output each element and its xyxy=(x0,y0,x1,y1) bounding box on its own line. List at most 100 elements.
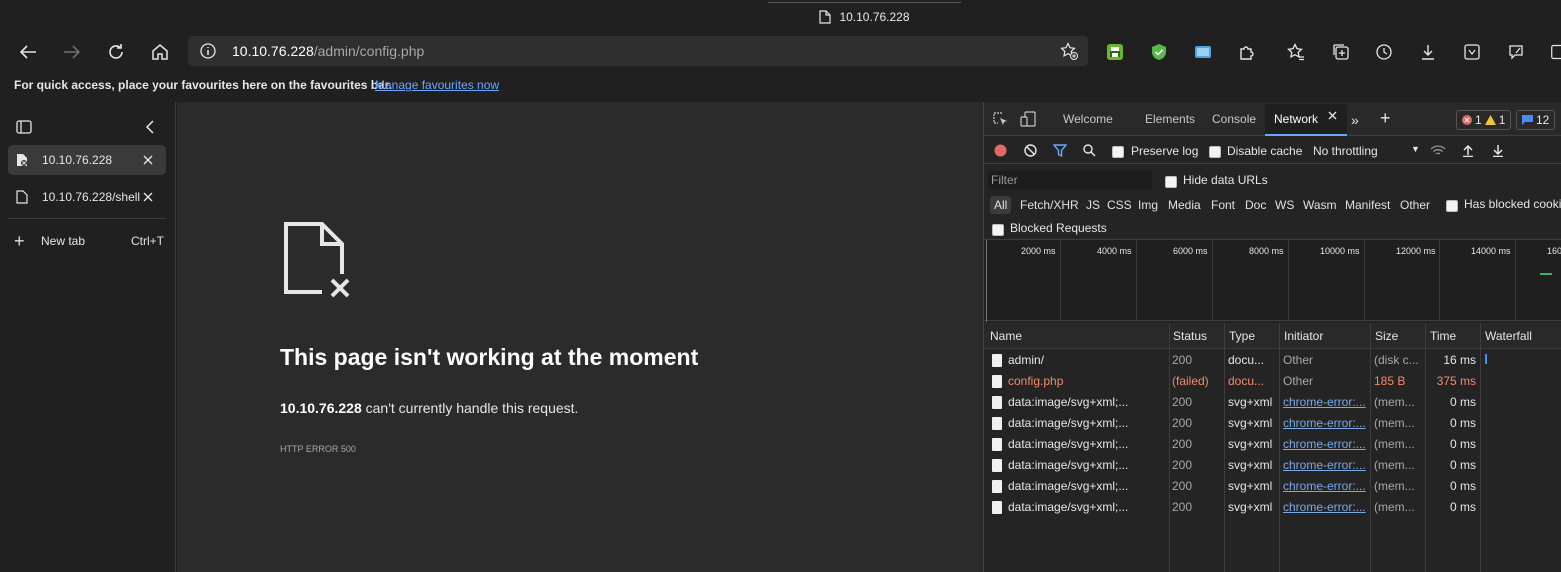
tab-elements[interactable]: Elements xyxy=(1145,112,1195,126)
column-size[interactable]: Size xyxy=(1375,329,1398,343)
filter-type-media[interactable]: Media xyxy=(1168,198,1201,212)
request-initiator[interactable]: chrome-error:... xyxy=(1283,500,1367,514)
page-icon xyxy=(819,9,832,24)
close-tab-button[interactable] xyxy=(140,192,156,202)
table-row[interactable]: data:image/svg+xml;... 200 svg+xml chrome-e… xyxy=(984,413,1561,434)
filter-type-ws[interactable]: WS xyxy=(1275,198,1294,212)
table-row[interactable]: data:image/svg+xml;... 200 svg+xml chrome-e… xyxy=(984,455,1561,476)
address-bar[interactable]: 10.10.76.228/admin/config.php xyxy=(188,36,1088,66)
issues-badge[interactable]: 1 1 xyxy=(1456,110,1512,130)
blocked-requests-label: Blocked Requests xyxy=(1010,221,1107,235)
blocked-requests-checkbox[interactable] xyxy=(992,222,1004,236)
filter-type-css[interactable]: CSS xyxy=(1107,198,1132,212)
disable-cache-label: Disable cache xyxy=(1227,144,1303,158)
tab-welcome[interactable]: Welcome xyxy=(1063,112,1113,126)
extension-window[interactable] xyxy=(1192,41,1214,63)
more-button[interactable] xyxy=(1548,41,1561,63)
refresh-button[interactable] xyxy=(104,40,128,64)
site-info-button[interactable] xyxy=(200,43,216,59)
extension-shield[interactable] xyxy=(1148,41,1170,63)
downloads-button[interactable] xyxy=(1417,41,1439,63)
collapse-pane-button[interactable] xyxy=(144,120,156,134)
timeline-tick: 160 xyxy=(1547,246,1561,256)
tab-shell[interactable]: 10.10.76.228/shell xyxy=(8,182,166,212)
filter-type-fetch-xhr[interactable]: Fetch/XHR xyxy=(1020,198,1079,212)
file-icon xyxy=(992,375,1002,388)
feedback-button[interactable] xyxy=(1505,41,1527,63)
filter-type-other[interactable]: Other xyxy=(1400,198,1430,212)
table-row[interactable]: config.php (failed) docu... Other 185 B 375 m… xyxy=(984,371,1561,392)
timeline-overview[interactable]: 2000 ms 4000 ms 6000 ms 8000 ms 10000 ms… xyxy=(984,239,1561,322)
filter-type-img[interactable]: Img xyxy=(1138,198,1158,212)
table-row[interactable]: data:image/svg+xml;... 200 svg+xml chrome-e… xyxy=(984,434,1561,455)
request-initiator[interactable]: chrome-error:... xyxy=(1283,479,1367,493)
request-initiator[interactable]: chrome-error:... xyxy=(1283,458,1367,472)
request-time: 0 ms xyxy=(1449,458,1476,472)
url-text[interactable]: 10.10.76.228/admin/config.php xyxy=(232,43,424,59)
filter-type-wasm[interactable]: Wasm xyxy=(1303,198,1337,212)
add-favourite-button[interactable] xyxy=(1060,42,1078,60)
request-initiator[interactable]: chrome-error:... xyxy=(1283,437,1367,451)
preserve-log-checkbox[interactable] xyxy=(1112,144,1124,158)
column-status[interactable]: Status xyxy=(1173,329,1207,343)
request-time: 375 ms xyxy=(1436,374,1476,388)
add-tab-icon[interactable]: + xyxy=(1380,108,1391,129)
table-row[interactable]: data:image/svg+xml;... 200 svg+xml chrome-e… xyxy=(984,476,1561,497)
column-name[interactable]: Name xyxy=(990,329,1022,343)
back-button[interactable] xyxy=(16,40,40,64)
tab-network[interactable]: Network xyxy=(1274,112,1318,126)
hide-data-urls-checkbox[interactable] xyxy=(1165,174,1177,188)
request-name: data:image/svg+xml;... xyxy=(1008,500,1129,514)
export-har-button[interactable] xyxy=(1492,144,1504,157)
chevron-left-icon xyxy=(145,120,154,134)
throttling-select[interactable]: No throttling xyxy=(1313,144,1378,158)
request-type: svg+xml xyxy=(1228,437,1273,451)
collections-button[interactable] xyxy=(1330,41,1352,63)
table-row[interactable]: admin/200 docu... Other (disk c... 16 ms xyxy=(984,350,1561,371)
tab-actions-button[interactable] xyxy=(16,119,32,135)
column-waterfall[interactable]: Waterfall xyxy=(1485,329,1532,343)
tab-console[interactable]: Console xyxy=(1212,112,1256,126)
file-icon xyxy=(992,417,1002,430)
forward-button[interactable] xyxy=(60,40,84,64)
tab-active[interactable]: 10.10.76.228 xyxy=(8,145,166,175)
extensions-button[interactable] xyxy=(1236,41,1258,63)
request-initiator[interactable]: chrome-error:... xyxy=(1283,416,1367,430)
more-tabs-icon[interactable]: » xyxy=(1351,112,1359,128)
device-toolbar-button[interactable] xyxy=(1020,111,1036,127)
close-network-tab-button[interactable] xyxy=(1328,111,1337,120)
manage-favourites-link[interactable]: Manage favourites now xyxy=(375,78,499,92)
history-button[interactable] xyxy=(1373,41,1395,63)
home-button[interactable] xyxy=(148,40,172,64)
close-icon xyxy=(143,192,153,202)
chevron-down-icon[interactable]: ▼ xyxy=(1411,144,1420,154)
import-har-button[interactable] xyxy=(1462,144,1474,157)
inspect-button[interactable] xyxy=(992,111,1008,127)
disable-cache-checkbox[interactable] xyxy=(1209,144,1221,158)
capture-button[interactable] xyxy=(1461,41,1483,63)
table-row[interactable]: data:image/svg+xml;... 200 svg+xml chrome-e… xyxy=(984,392,1561,413)
filter-type-font[interactable]: Font xyxy=(1211,198,1235,212)
close-tab-button[interactable] xyxy=(140,155,156,165)
messages-badge[interactable]: 12 xyxy=(1516,110,1556,130)
search-button[interactable] xyxy=(1083,144,1096,157)
column-time[interactable]: Time xyxy=(1430,329,1456,343)
filter-toggle-button[interactable] xyxy=(1053,144,1067,157)
column-type[interactable]: Type xyxy=(1229,329,1255,343)
new-tab-button[interactable]: + New tab Ctrl+T xyxy=(14,230,164,252)
clear-button[interactable] xyxy=(1024,144,1037,157)
record-button[interactable] xyxy=(994,144,1007,157)
filter-type-js[interactable]: JS xyxy=(1086,198,1100,212)
has-blocked-cookies-checkbox[interactable] xyxy=(1446,198,1458,212)
table-row[interactable]: data:image/svg+xml;... 200 svg+xml chrome-e… xyxy=(984,497,1561,518)
network-conditions-button[interactable] xyxy=(1430,144,1446,157)
filter-input[interactable]: Filter xyxy=(988,171,1152,189)
filter-type-doc[interactable]: Doc xyxy=(1245,198,1266,212)
request-initiator[interactable]: chrome-error:... xyxy=(1283,395,1367,409)
filter-type-manifest[interactable]: Manifest xyxy=(1345,198,1390,212)
favourites-button[interactable] xyxy=(1285,41,1307,63)
column-initiator[interactable]: Initiator xyxy=(1284,329,1323,343)
extension-printer[interactable] xyxy=(1104,41,1126,63)
filter-type-all[interactable]: All xyxy=(990,196,1012,214)
request-name: data:image/svg+xml;... xyxy=(1008,458,1129,472)
